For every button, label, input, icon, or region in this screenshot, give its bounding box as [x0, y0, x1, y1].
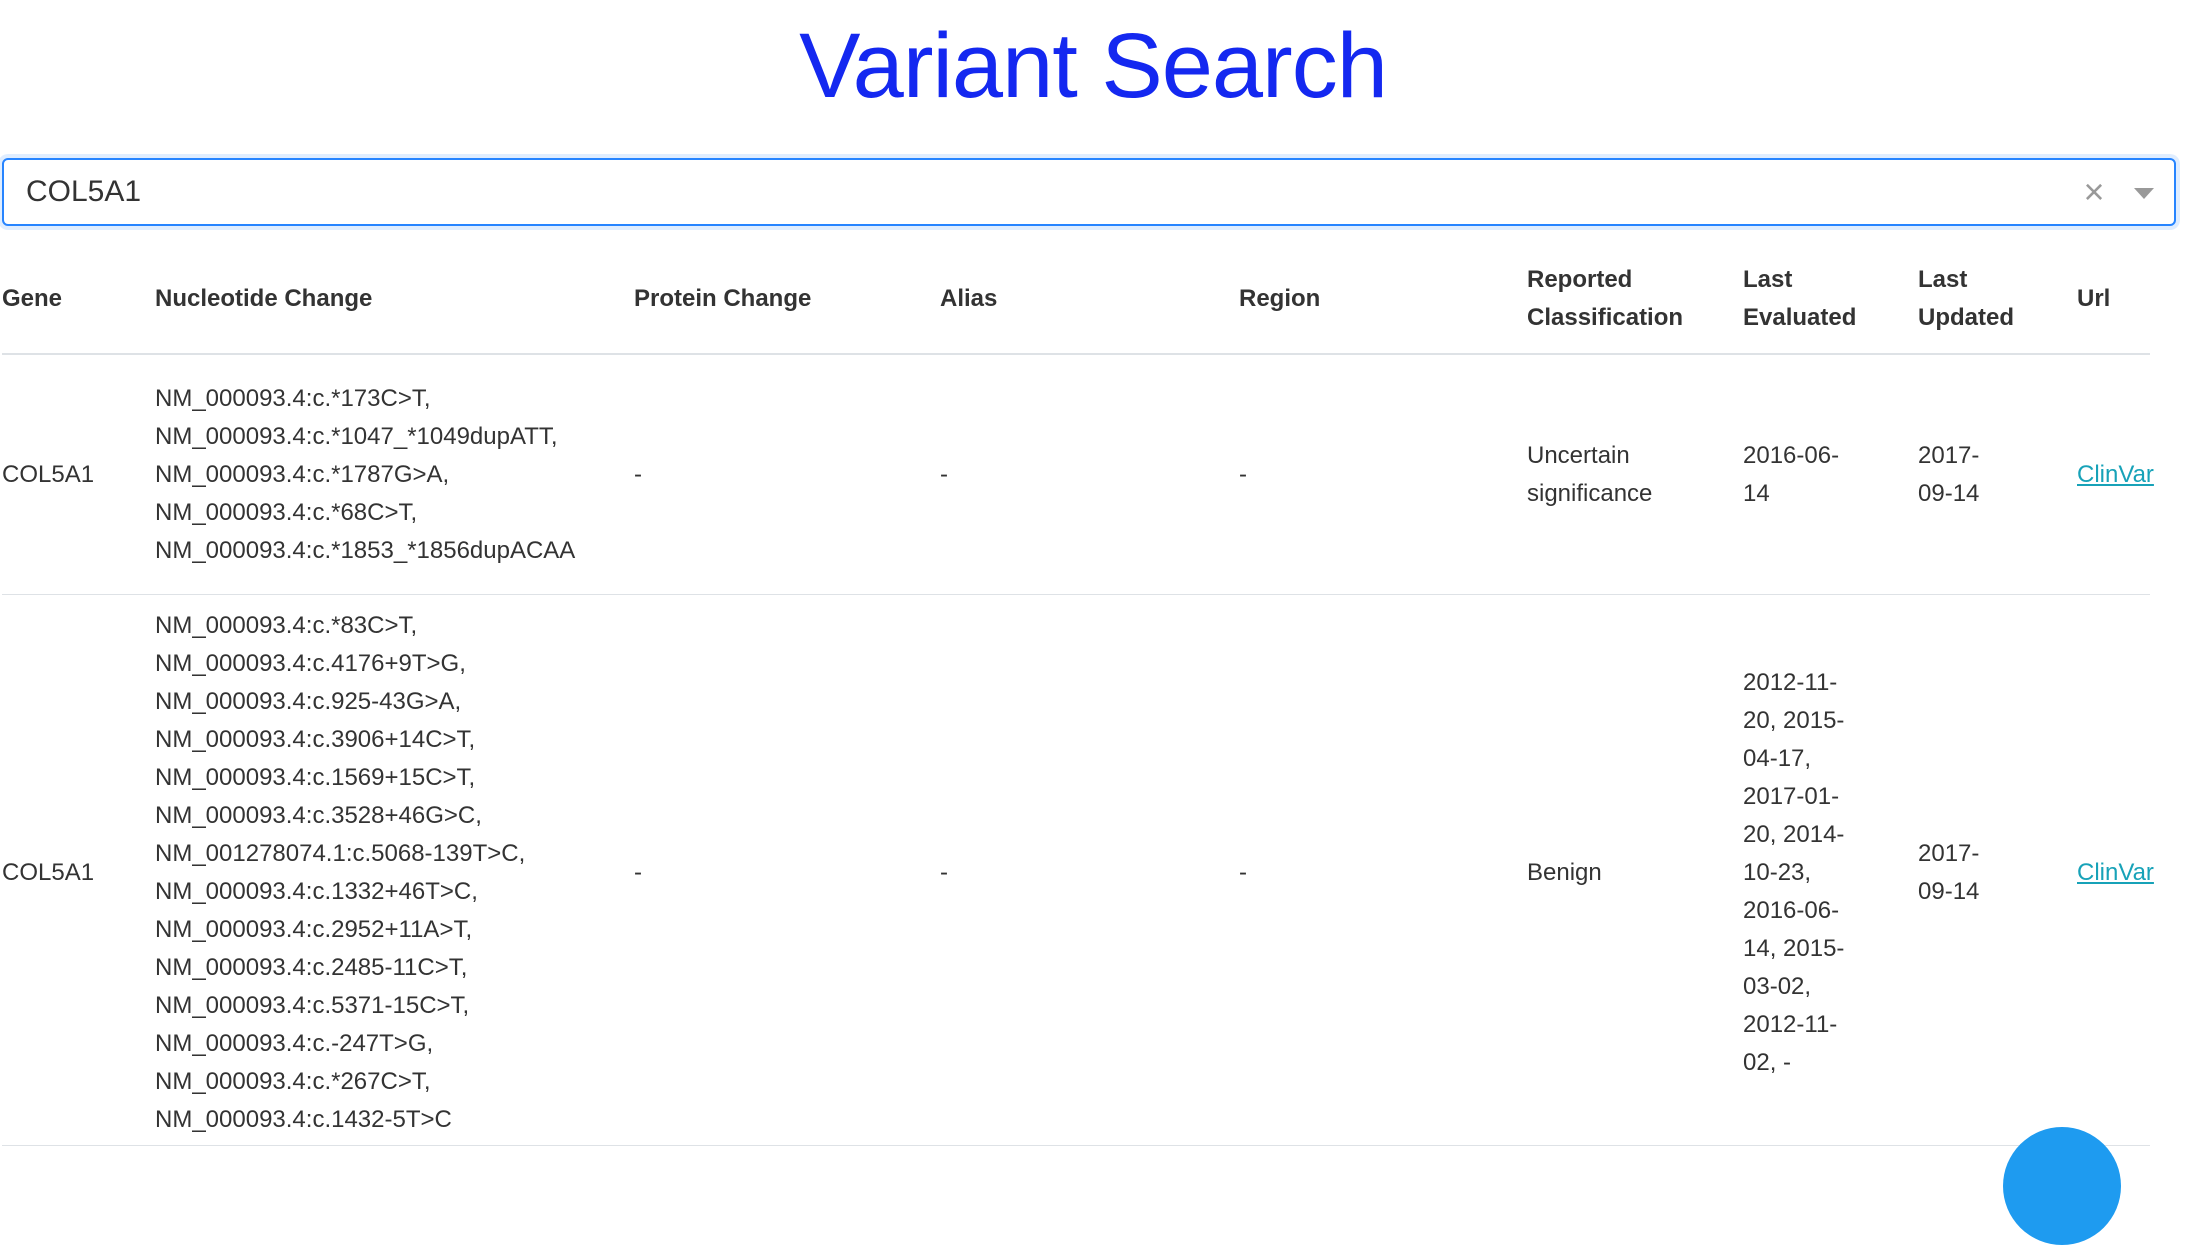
clinvar-link[interactable]: ClinVar [2077, 461, 2154, 488]
cell-region: - [1239, 354, 1527, 595]
cell-protein-change: - [634, 594, 940, 1146]
cell-nucleotide-change: NM_000093.4:c.*173C>T, NM_000093.4:c.*10… [155, 354, 634, 595]
cell-alias: - [940, 594, 1239, 1146]
header-region: Region [1239, 244, 1527, 355]
table-row: COL5A1 NM_000093.4:c.*173C>T, NM_000093.… [2, 354, 2154, 595]
cell-nucleotide-change: NM_000093.4:c.*83C>T, NM_000093.4:c.4176… [155, 594, 634, 1146]
cell-last-updated: 2017- 09-14 [1918, 594, 2077, 1146]
header-reported-classification: Reported Classification [1527, 244, 1743, 355]
cell-reported-classification: Benign [1527, 594, 1743, 1146]
floating-action-button[interactable] [2003, 1127, 2121, 1245]
clinvar-link[interactable]: ClinVar [2077, 859, 2154, 886]
header-nucleotide-change: Nucleotide Change [155, 244, 634, 355]
cell-gene: COL5A1 [2, 594, 155, 1146]
cell-protein-change: - [634, 354, 940, 595]
cell-url: ClinVar [2077, 594, 2154, 1146]
cell-last-updated: 2017- 09-14 [1918, 354, 2077, 595]
header-protein-change: Protein Change [634, 244, 940, 355]
header-last-updated: Last Updated [1918, 244, 2077, 355]
cell-last-evaluated: 2012-11- 20, 2015- 04-17, 2017-01- 20, 2… [1743, 594, 1918, 1146]
header-last-evaluated: Last Evaluated [1743, 244, 1918, 355]
page-title: Variant Search [799, 15, 1388, 117]
cell-url: ClinVar [2077, 354, 2154, 595]
table-header-row: Gene Nucleotide Change Protein Change Al… [2, 244, 2150, 355]
gene-search-select[interactable]: COL5A1 × [2, 158, 2176, 226]
header-url: Url [2077, 244, 2150, 355]
cell-alias: - [940, 354, 1239, 595]
header-alias: Alias [940, 244, 1239, 355]
search-selected-value: COL5A1 [26, 175, 142, 208]
header-gene: Gene [2, 244, 155, 355]
close-icon[interactable]: × [2076, 174, 2112, 210]
cell-reported-classification: Uncertain significance [1527, 354, 1743, 595]
variant-results-table: Gene Nucleotide Change Protein Change Al… [2, 244, 2154, 1146]
table-row: COL5A1 NM_000093.4:c.*83C>T, NM_000093.4… [2, 594, 2154, 1146]
cell-region: - [1239, 594, 1527, 1146]
cell-gene: COL5A1 [2, 354, 155, 595]
chevron-down-icon[interactable] [2134, 188, 2154, 199]
cell-last-evaluated: 2016-06- 14 [1743, 354, 1918, 595]
